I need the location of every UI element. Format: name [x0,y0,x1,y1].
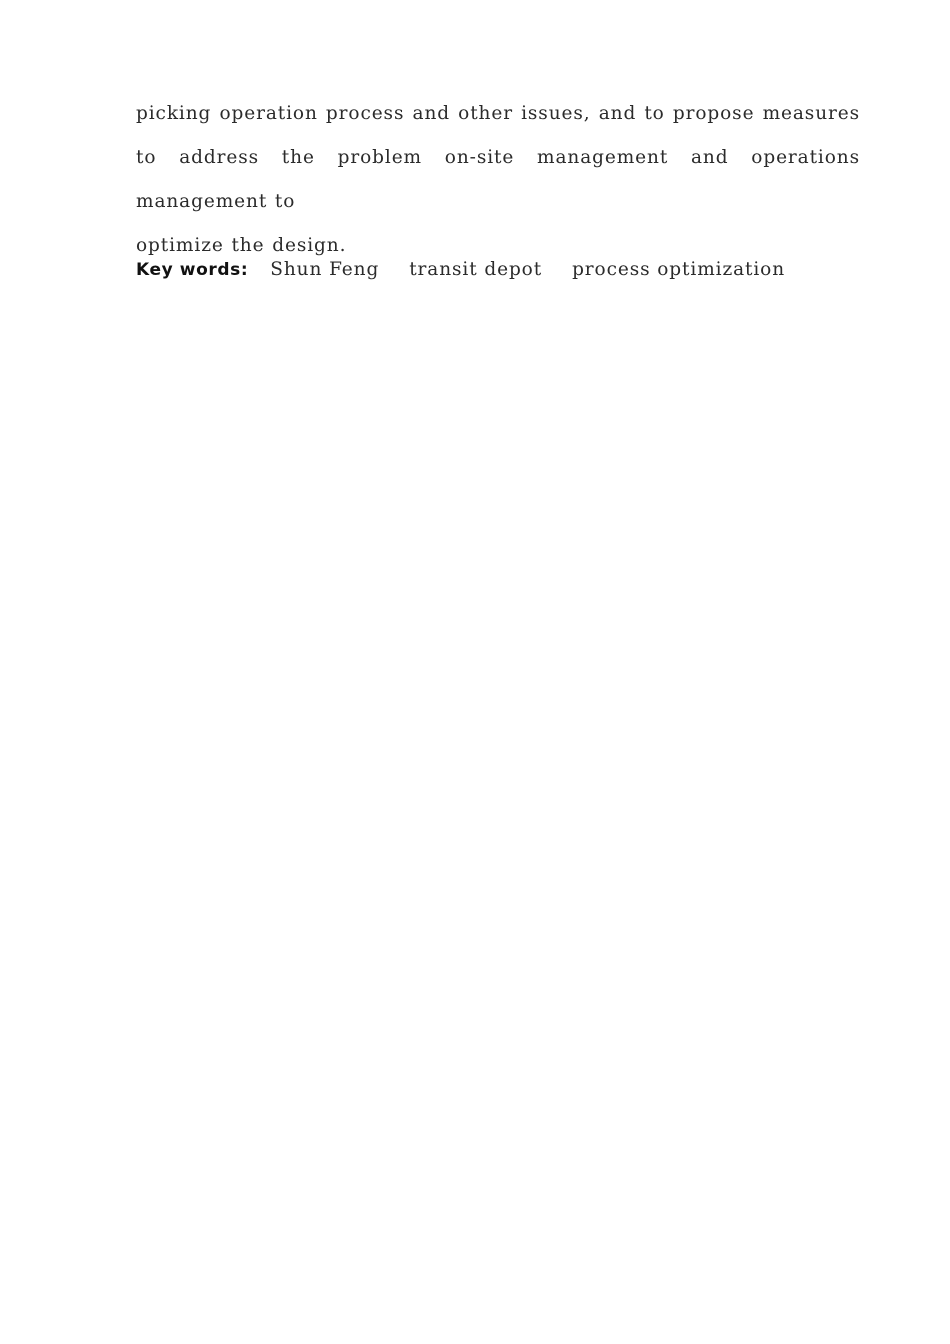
document-page: picking operation process and other issu… [0,0,950,1344]
keyword-term: Shun Feng [270,259,380,280]
abstract-body-text: picking operation process and other issu… [136,103,860,212]
keywords-term-list: Shun Feng transit depot process optimiza… [270,258,785,282]
keyword-term: process optimization [572,259,786,280]
keyword-term: transit depot [409,259,543,280]
keywords-line: Key words: Shun Feng transit depot proce… [136,258,785,282]
keywords-label: Key words: [136,260,249,280]
